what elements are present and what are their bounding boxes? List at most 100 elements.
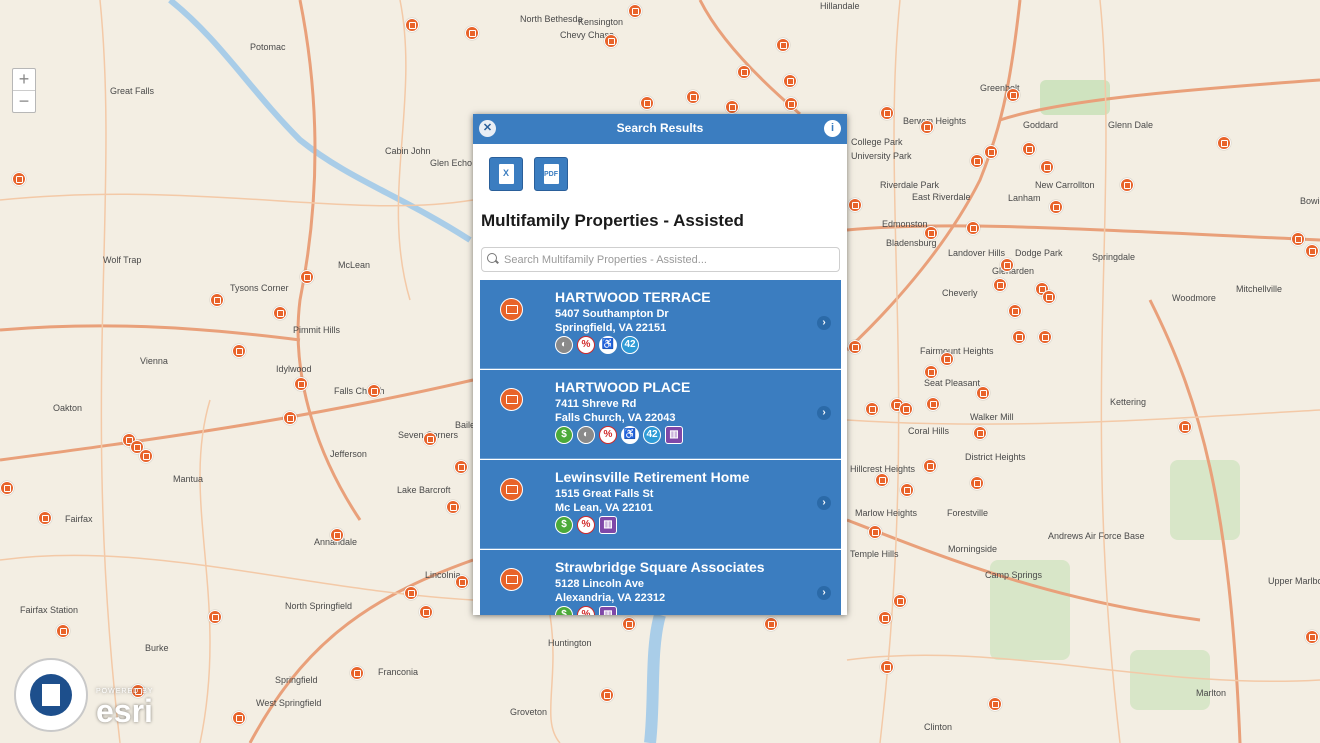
- property-marker[interactable]: [686, 90, 700, 104]
- result-item[interactable]: HARTWOOD PLACE 7411 Shreve Rd Falls Church…: [480, 370, 841, 459]
- property-marker[interactable]: [1042, 290, 1056, 304]
- property-marker[interactable]: [1305, 630, 1319, 644]
- result-item[interactable]: Strawbridge Square Associates 5128 Lincol…: [480, 550, 841, 615]
- property-marker[interactable]: [1008, 304, 1022, 318]
- property-marker[interactable]: [208, 610, 222, 624]
- property-marker[interactable]: [868, 525, 882, 539]
- result-item[interactable]: Lewinsville Retirement Home 1515 Great Fa…: [480, 460, 841, 549]
- esri-logo: POWERED BY esri: [96, 688, 153, 727]
- property-marker[interactable]: [1012, 330, 1026, 344]
- property-marker[interactable]: [973, 426, 987, 440]
- property-marker[interactable]: [628, 4, 642, 18]
- property-marker[interactable]: [1022, 142, 1036, 156]
- property-marker[interactable]: [423, 432, 437, 446]
- property-marker[interactable]: [0, 481, 14, 495]
- property-marker[interactable]: [988, 697, 1002, 711]
- place-label: Mantua: [173, 474, 204, 484]
- property-marker[interactable]: [465, 26, 479, 40]
- property-marker[interactable]: [993, 278, 1007, 292]
- property-marker[interactable]: [1291, 232, 1305, 246]
- building-icon: [500, 298, 523, 321]
- property-marker[interactable]: [970, 476, 984, 490]
- property-marker[interactable]: [232, 711, 246, 725]
- property-marker[interactable]: [600, 688, 614, 702]
- zoom-out-button[interactable]: −: [13, 91, 35, 112]
- property-marker[interactable]: [210, 293, 224, 307]
- property-marker[interactable]: [405, 18, 419, 32]
- property-marker[interactable]: [367, 384, 381, 398]
- chevron-right-icon[interactable]: ›: [817, 406, 831, 420]
- property-marker[interactable]: [283, 411, 297, 425]
- export-pdf-button[interactable]: PDF: [534, 157, 568, 191]
- property-marker[interactable]: [232, 344, 246, 358]
- property-marker[interactable]: [330, 528, 344, 542]
- property-marker[interactable]: [923, 459, 937, 473]
- property-marker[interactable]: [404, 586, 418, 600]
- property-marker[interactable]: [893, 594, 907, 608]
- place-label: Wolf Trap: [103, 255, 142, 265]
- place-label: Berwyn Heights: [903, 116, 967, 126]
- property-marker[interactable]: [350, 666, 364, 680]
- property-marker[interactable]: [848, 340, 862, 354]
- property-marker[interactable]: [446, 500, 460, 514]
- property-marker[interactable]: [294, 377, 308, 391]
- export-excel-button[interactable]: X: [489, 157, 523, 191]
- property-marker[interactable]: [966, 221, 980, 235]
- property-marker[interactable]: [924, 365, 938, 379]
- property-marker[interactable]: [784, 97, 798, 111]
- property-marker[interactable]: [273, 306, 287, 320]
- search-input[interactable]: [502, 250, 836, 270]
- zoom-in-button[interactable]: +: [13, 69, 35, 91]
- property-marker[interactable]: [139, 449, 153, 463]
- property-marker[interactable]: [300, 270, 314, 284]
- info-icon[interactable]: i: [824, 120, 841, 137]
- property-marker[interactable]: [984, 145, 998, 159]
- property-marker[interactable]: [725, 100, 739, 114]
- property-marker[interactable]: [900, 483, 914, 497]
- property-marker[interactable]: [455, 575, 469, 589]
- property-marker[interactable]: [924, 226, 938, 240]
- property-marker[interactable]: [1305, 244, 1319, 258]
- property-marker[interactable]: [899, 402, 913, 416]
- property-marker[interactable]: [454, 460, 468, 474]
- property-marker[interactable]: [38, 511, 52, 525]
- property-marker[interactable]: [926, 397, 940, 411]
- property-marker[interactable]: [865, 402, 879, 416]
- search-box[interactable]: [481, 247, 840, 272]
- property-marker[interactable]: [880, 660, 894, 674]
- property-marker[interactable]: [1178, 420, 1192, 434]
- property-marker[interactable]: [1049, 200, 1063, 214]
- property-marker[interactable]: [1120, 178, 1134, 192]
- result-item[interactable]: HARTWOOD TERRACE 5407 Southampton Dr Sprin…: [480, 280, 841, 369]
- property-marker[interactable]: [1040, 160, 1054, 174]
- property-marker[interactable]: [419, 605, 433, 619]
- property-marker[interactable]: [1006, 88, 1020, 102]
- property-marker[interactable]: [1000, 258, 1014, 272]
- property-marker[interactable]: [970, 154, 984, 168]
- property-marker[interactable]: [640, 96, 654, 110]
- property-marker[interactable]: [737, 65, 751, 79]
- chevron-right-icon[interactable]: ›: [817, 586, 831, 600]
- close-icon[interactable]: ✕: [479, 120, 496, 137]
- property-marker[interactable]: [880, 106, 894, 120]
- property-marker[interactable]: [878, 611, 892, 625]
- property-marker[interactable]: [875, 473, 889, 487]
- property-marker[interactable]: [764, 617, 778, 631]
- property-marker[interactable]: [940, 352, 954, 366]
- place-label: Landover Hills: [948, 248, 1006, 258]
- property-marker[interactable]: [976, 386, 990, 400]
- property-marker[interactable]: [848, 198, 862, 212]
- place-label: Great Falls: [110, 86, 155, 96]
- chevron-right-icon[interactable]: ›: [817, 316, 831, 330]
- property-marker[interactable]: [12, 172, 26, 186]
- property-marker[interactable]: [622, 617, 636, 631]
- property-marker[interactable]: [1038, 330, 1052, 344]
- property-marker[interactable]: [920, 120, 934, 134]
- property-marker[interactable]: [1217, 136, 1231, 150]
- property-marker[interactable]: [776, 38, 790, 52]
- property-marker[interactable]: [783, 74, 797, 88]
- property-marker[interactable]: [56, 624, 70, 638]
- chevron-right-icon[interactable]: ›: [817, 496, 831, 510]
- property-marker[interactable]: [604, 34, 618, 48]
- results-list[interactable]: HARTWOOD TERRACE 5407 Southampton Dr Sprin…: [480, 280, 841, 615]
